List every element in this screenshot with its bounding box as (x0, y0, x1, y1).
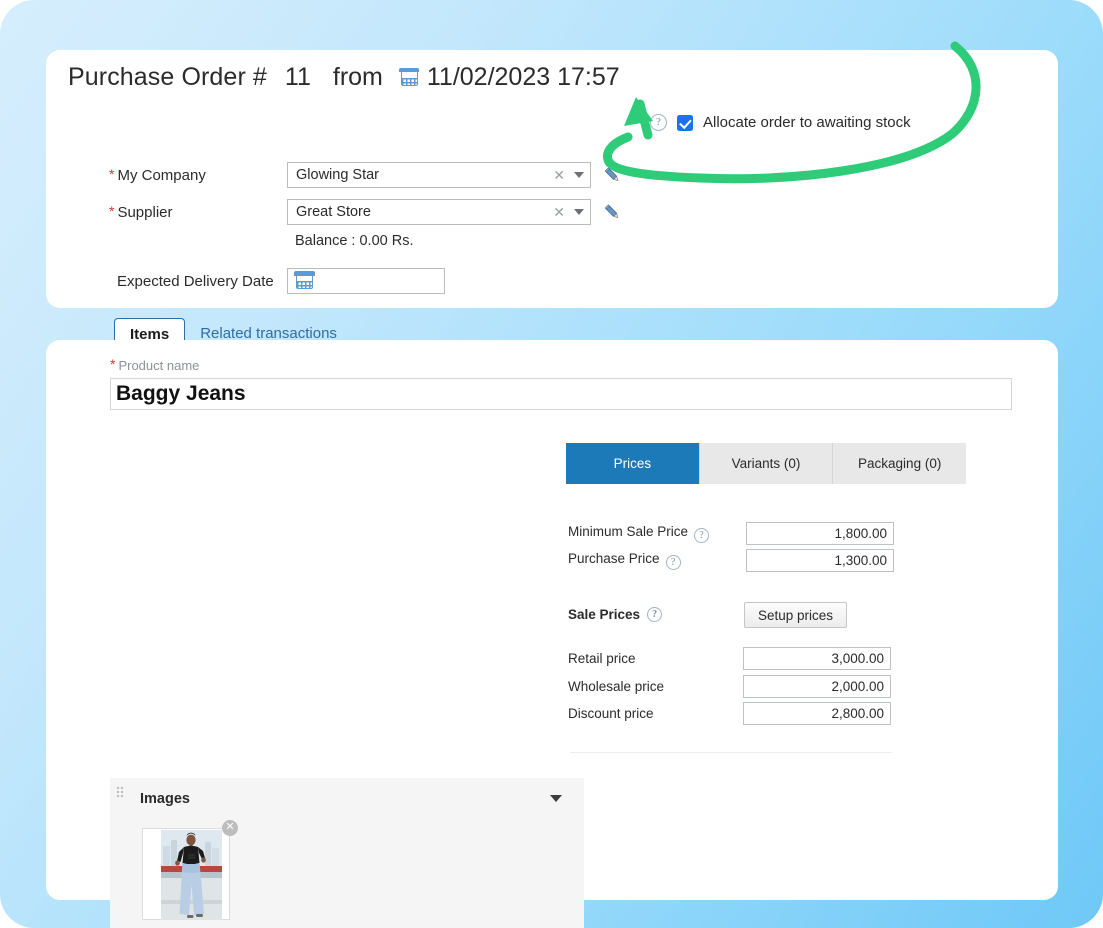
supplier-label: * Supplier (109, 203, 173, 221)
discount-price-input[interactable]: 2,800.00 (743, 701, 891, 725)
purchase-order-header-card: Purchase Order # 11 from 11/02/2023 17:5… (46, 50, 1058, 351)
help-icon[interactable]: ? (650, 114, 667, 131)
tab-prices[interactable]: Prices (566, 443, 700, 484)
tab-packaging[interactable]: Packaging (0) (833, 443, 967, 484)
order-number: 11 (284, 63, 311, 91)
page-title: Purchase Order # 11 from 11/02/2023 17:5… (68, 63, 620, 92)
required-asterisk: * (109, 203, 115, 219)
product-photo (161, 830, 222, 920)
minimum-sale-price-label: Minimum Sale Price? (568, 524, 710, 543)
sale-prices-heading: Sale Prices? (568, 607, 663, 622)
chevron-down-icon[interactable] (550, 795, 562, 802)
purchase-price-label: Purchase Price? (568, 551, 681, 570)
chevron-down-icon[interactable] (574, 172, 584, 178)
clear-x-icon[interactable]: ✕ (553, 168, 565, 182)
product-name-label: * Product name (110, 356, 200, 373)
required-asterisk: * (109, 166, 115, 182)
setup-prices-button[interactable]: Setup prices (744, 602, 848, 628)
panel-images-header[interactable]: Images (110, 778, 584, 819)
my-company-value: Glowing Star (296, 167, 380, 183)
drag-handle-icon[interactable] (116, 786, 124, 797)
row-wholesale-price: Wholesale price 2,000.00 (568, 674, 891, 698)
row-minimum-sale-price: Minimum Sale Price? 1,800.00 (568, 521, 894, 545)
app-root: Purchase Order # 11 from 11/02/2023 17:5… (0, 0, 1103, 928)
expected-delivery-date-label: Expected Delivery Date (117, 272, 274, 290)
field-row-expected-delivery-date: Expected Delivery Date (117, 268, 445, 294)
price-tabbar: Prices Variants (0) Packaging (0) (566, 443, 967, 484)
help-icon[interactable]: ? (647, 607, 663, 622)
sale-prices-label: Sale Prices (568, 607, 641, 622)
help-icon[interactable]: ? (665, 554, 681, 570)
expected-delivery-date-input[interactable] (287, 268, 445, 294)
field-row-supplier: * Supplier Great Store ✕ (109, 199, 622, 225)
order-date[interactable]: 11/02/2023 17:57 (427, 63, 620, 92)
remove-image-icon[interactable]: ✕ (222, 820, 238, 836)
pencil-edit-icon[interactable] (603, 203, 622, 222)
section-divider (570, 752, 892, 753)
supplier-select[interactable]: Great Store ✕ (287, 199, 591, 225)
supplier-value: Great Store (296, 204, 371, 220)
required-asterisk: * (110, 356, 116, 372)
image-thumbnail[interactable]: ✕ (142, 820, 238, 920)
row-retail-price: Retail price 3,000.00 (568, 646, 891, 670)
help-icon[interactable]: ? (694, 527, 710, 543)
retail-price-label: Retail price (568, 650, 636, 666)
wholesale-price-input[interactable]: 2,000.00 (743, 674, 891, 698)
my-company-label: * My Company (109, 166, 206, 184)
tab-variants[interactable]: Variants (0) (699, 443, 834, 484)
retail-price-input[interactable]: 3,000.00 (743, 646, 891, 670)
calendar-icon[interactable] (294, 271, 315, 289)
page-title-text: Purchase Order # (68, 63, 267, 91)
calendar-icon (399, 67, 420, 86)
panel-images-title: Images (140, 790, 190, 807)
allocate-order-label[interactable]: Allocate order to awaiting stock (703, 114, 911, 131)
allocate-order-checkbox[interactable] (677, 114, 693, 131)
my-company-select[interactable]: Glowing Star ✕ (287, 162, 591, 188)
purchase-price-input[interactable]: 1,300.00 (746, 548, 894, 572)
pencil-edit-icon[interactable] (603, 166, 622, 185)
chevron-down-icon[interactable] (574, 209, 584, 215)
discount-price-label: Discount price (568, 705, 654, 721)
supplier-balance: Balance : 0.00 Rs. (295, 233, 414, 249)
minimum-sale-price-input[interactable]: 1,800.00 (746, 521, 894, 545)
row-purchase-price: Purchase Price? 1,300.00 (568, 548, 894, 572)
product-editor-card: * Product name Baggy Jeans Images ✕ (46, 340, 1058, 928)
from-label: from (332, 63, 383, 91)
panel-images: Images ✕ (110, 778, 584, 928)
allocate-order-row: ? Allocate order to awaiting stock (650, 114, 911, 131)
product-photo-svg (161, 830, 222, 920)
product-name-input[interactable]: Baggy Jeans (110, 378, 1012, 410)
wholesale-price-label: Wholesale price (568, 678, 665, 694)
field-row-my-company: * My Company Glowing Star ✕ (109, 162, 622, 188)
clear-x-icon[interactable]: ✕ (553, 205, 565, 219)
row-discount-price: Discount price 2,800.00 (568, 701, 891, 725)
